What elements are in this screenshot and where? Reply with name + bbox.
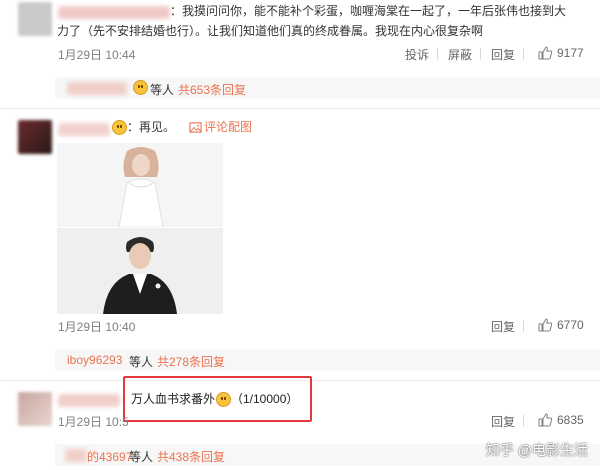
avatar[interactable]: [18, 2, 52, 36]
reply-username[interactable]: iboy96293: [67, 353, 122, 367]
thumbs-up-icon[interactable]: [538, 318, 552, 332]
divider: [523, 320, 524, 332]
avatar[interactable]: [18, 392, 52, 426]
reply-summary[interactable]: iboy96293 等人 共278条回复: [55, 349, 600, 371]
thumbs-up-icon[interactable]: [538, 413, 552, 427]
divider: [523, 415, 524, 427]
like-count: 9177: [557, 46, 584, 60]
reply-suffix: 等人: [129, 450, 154, 464]
reply-suffix: 等人: [129, 355, 154, 369]
reply-suffix: 等人: [150, 83, 175, 97]
image-icon: [189, 122, 202, 133]
comment-text: 力了（先不安排结婚也行）。让我们知道他们真的终成眷属。我现在内心很复杂啊: [57, 24, 484, 38]
smile-emoji-icon: [112, 120, 127, 135]
reply-count-link[interactable]: 共653条回复: [178, 81, 246, 98]
comment-text: ：再见。: [127, 120, 176, 134]
divider: [480, 48, 481, 60]
divider: [523, 48, 524, 60]
comment-timestamp: 1月29日 10:5: [58, 415, 129, 429]
reply-summary[interactable]: 等人 共653条回复: [55, 77, 600, 99]
comment-image-link[interactable]: 评论配图: [204, 118, 252, 136]
divider: [437, 48, 438, 60]
reply-button[interactable]: 回复: [491, 318, 515, 335]
comment-timestamp: 1月29日 10:40: [58, 320, 136, 334]
username-blurred[interactable]: [58, 394, 120, 407]
comment-text: ：我摸问问你，能不能补个彩蛋，咖喱海棠在一起了，一年后张伟也接到大: [170, 4, 567, 18]
watermark: 知乎 @电影生活: [485, 442, 588, 458]
block-button[interactable]: 屏蔽: [448, 46, 472, 63]
username-blurred[interactable]: [67, 82, 127, 95]
thumbs-up-icon[interactable]: [538, 46, 552, 60]
username-blurred[interactable]: [58, 6, 170, 19]
username-blurred[interactable]: [58, 123, 110, 136]
reply-count-link[interactable]: 共278条回复: [157, 353, 225, 370]
like-count: 6835: [557, 413, 584, 427]
reply-count-link[interactable]: 共438条回复: [157, 448, 225, 465]
username-blurred[interactable]: [65, 449, 87, 462]
reply-button[interactable]: 回复: [491, 413, 515, 430]
comment-timestamp: 1月29日 10:44: [58, 48, 136, 62]
divider: [0, 108, 600, 109]
smile-emoji-icon: [133, 80, 148, 95]
reply-button[interactable]: 回复: [491, 46, 515, 63]
comment-image[interactable]: [57, 228, 223, 314]
like-count: 6770: [557, 318, 584, 332]
comment-image[interactable]: [57, 143, 223, 227]
man-in-suit-photo: [57, 228, 223, 314]
reply-username[interactable]: 的43697: [87, 448, 132, 465]
highlight-box: [123, 376, 312, 422]
avatar[interactable]: [18, 120, 52, 154]
woman-in-dress-photo: [57, 143, 223, 227]
report-button[interactable]: 投诉: [405, 46, 429, 63]
